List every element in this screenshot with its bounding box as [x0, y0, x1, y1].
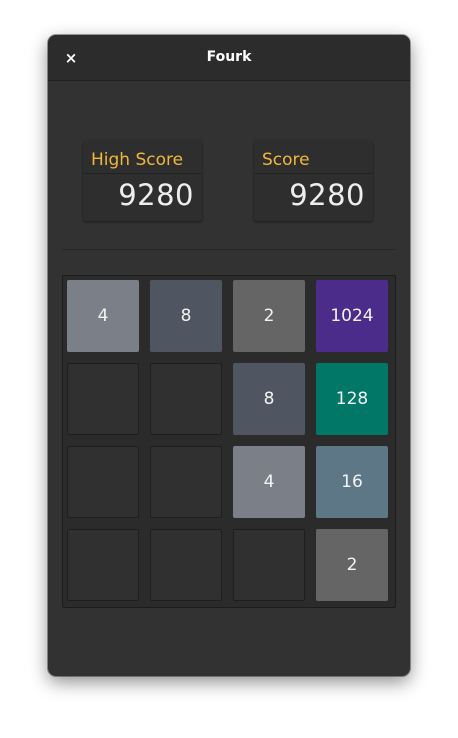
empty-cell	[233, 529, 305, 601]
tile-1024: 1024	[316, 280, 388, 352]
empty-cell	[67, 446, 139, 518]
app-window: × Fourk High Score 9280 Score 9280 4 8 2 10…	[48, 35, 410, 676]
empty-cell	[67, 529, 139, 601]
close-icon: ×	[64, 49, 78, 67]
tile-8: 8	[233, 363, 305, 435]
separator	[62, 249, 396, 250]
score-label: Score	[262, 150, 310, 170]
high-score-label: High Score	[91, 150, 184, 170]
window-title: Fourk	[206, 49, 252, 65]
title-bar: × Fourk	[48, 35, 410, 81]
empty-cell	[150, 446, 222, 518]
empty-cell	[150, 529, 222, 601]
tile-2: 2	[233, 280, 305, 352]
tile-16: 16	[316, 446, 388, 518]
tile-8: 8	[150, 280, 222, 352]
tile-128: 128	[316, 363, 388, 435]
close-button[interactable]: ×	[58, 45, 84, 71]
score-divider	[254, 173, 373, 174]
score-box: Score 9280	[254, 140, 373, 221]
score-divider	[83, 173, 202, 174]
empty-cell	[67, 363, 139, 435]
high-score-value: 9280	[118, 178, 194, 212]
high-score-box: High Score 9280	[83, 140, 202, 221]
tile-4: 4	[233, 446, 305, 518]
tile-4: 4	[67, 280, 139, 352]
game-board[interactable]: 4 8 2 1024 8 128 4 16 2	[62, 275, 396, 608]
score-value: 9280	[289, 178, 365, 212]
empty-cell	[150, 363, 222, 435]
tile-2: 2	[316, 529, 388, 601]
